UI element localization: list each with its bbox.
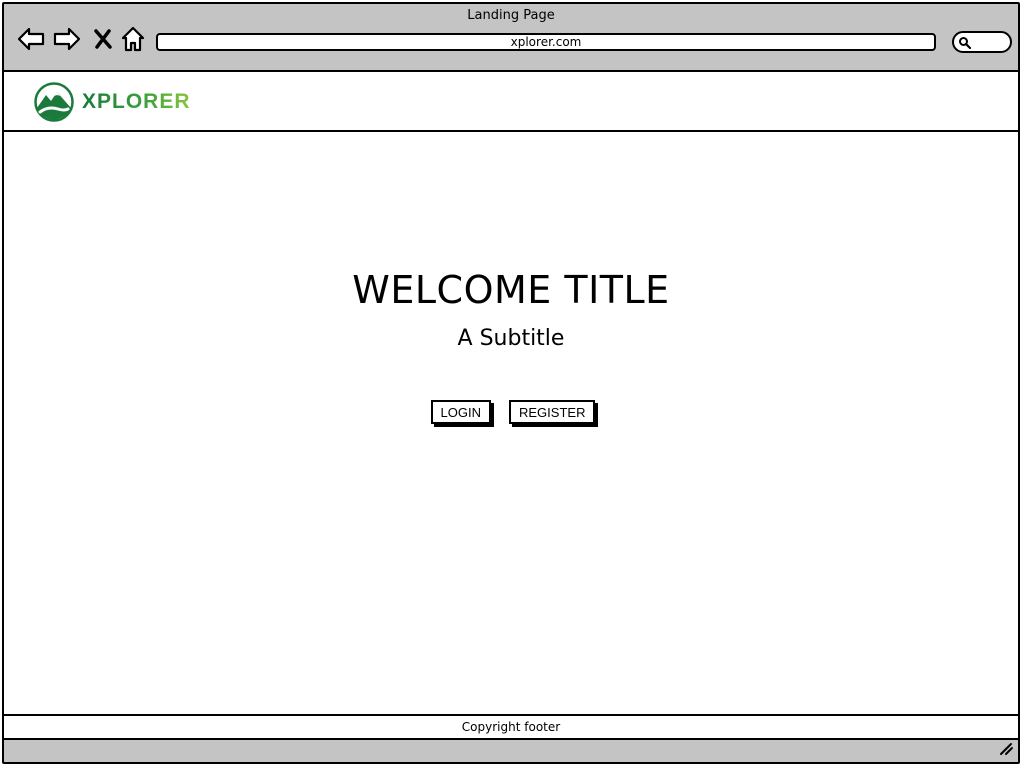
browser-chrome: Landing Page xplorer.com xyxy=(4,4,1018,72)
window-title: Landing Page xyxy=(467,8,555,23)
login-button[interactable]: LOGIN xyxy=(430,400,491,424)
mountain-logo-icon xyxy=(34,82,74,122)
search-icon xyxy=(959,37,972,50)
main-content: WELCOME TITLE A Subtitle LOGIN REGISTER xyxy=(4,132,1018,718)
browser-window: Landing Page xplorer.com XPLORER WELCOME… xyxy=(2,2,1020,764)
welcome-title: WELCOME TITLE xyxy=(352,268,670,312)
home-icon[interactable] xyxy=(118,24,148,54)
search-button[interactable] xyxy=(952,31,1012,53)
subtitle: A Subtitle xyxy=(457,326,565,351)
forward-arrow-icon[interactable] xyxy=(52,24,82,54)
address-bar[interactable]: xplorer.com xyxy=(156,33,936,51)
copyright-footer: Copyright footer xyxy=(4,714,1018,740)
register-button[interactable]: REGISTER xyxy=(509,400,596,424)
close-x-icon[interactable] xyxy=(88,24,118,54)
status-bar xyxy=(4,740,1018,762)
resize-grip-icon[interactable] xyxy=(998,740,1014,760)
xplorer-logo[interactable]: XPLORER xyxy=(34,82,191,122)
auth-buttons: LOGIN REGISTER xyxy=(4,400,1018,424)
site-header: XPLORER xyxy=(4,72,1018,132)
back-arrow-icon[interactable] xyxy=(16,24,46,54)
logo-text: XPLORER xyxy=(82,90,191,113)
